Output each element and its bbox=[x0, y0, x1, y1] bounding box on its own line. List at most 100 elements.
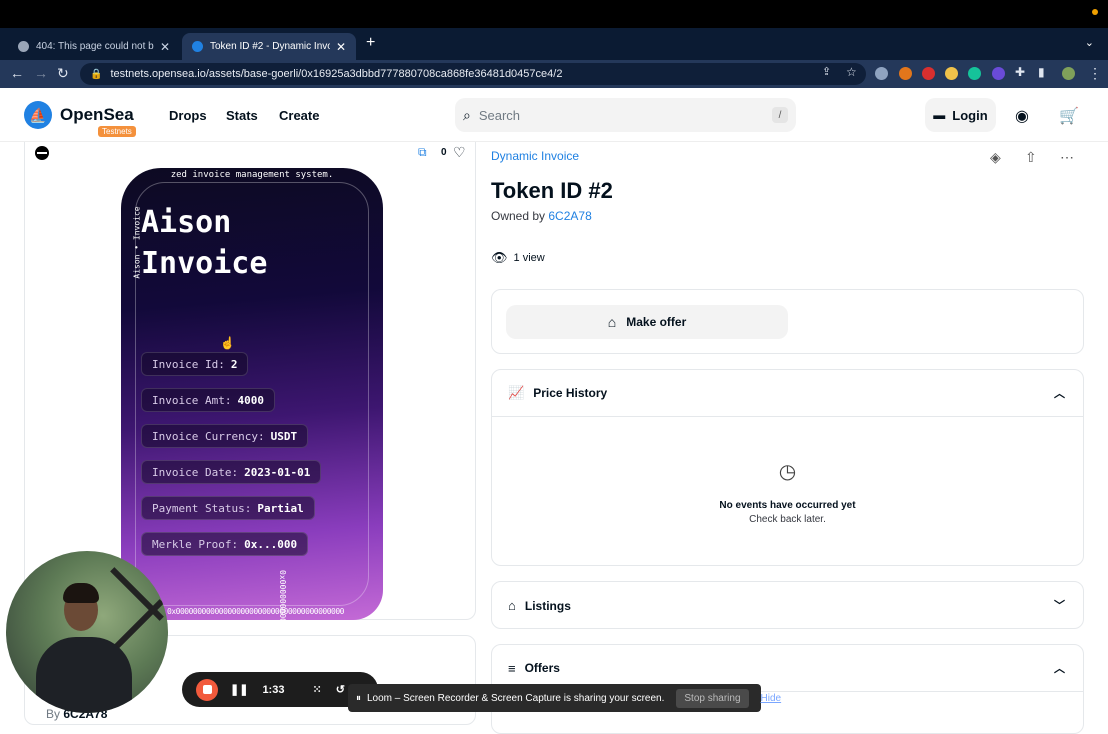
brand-name[interactable]: OpenSea bbox=[60, 105, 134, 125]
collection-link[interactable]: Dynamic Invoice bbox=[491, 149, 579, 163]
stop-record-button[interactable] bbox=[196, 678, 218, 701]
chain-icon bbox=[35, 146, 49, 160]
restart-icon[interactable]: ↺ bbox=[336, 683, 345, 696]
nft-title-line1: Aison bbox=[141, 205, 232, 240]
grid-icon[interactable]: ⁙ bbox=[312, 683, 321, 696]
price-history-panel: 📈 Price History ︿ ◷ No events have occur… bbox=[491, 369, 1084, 566]
recording-time: 1:33 bbox=[262, 683, 285, 696]
login-button[interactable]: ▬ Login bbox=[925, 98, 996, 132]
close-icon[interactable]: ✕ bbox=[336, 40, 346, 54]
opensea-favicon-icon bbox=[192, 41, 203, 52]
nft-title: Aison Invoice bbox=[141, 202, 267, 284]
status-dot bbox=[1092, 9, 1098, 15]
opensea-header: ⛵ OpenSea Testnets Drops Stats Create ⌕ … bbox=[0, 88, 1108, 142]
nft-field-status: Payment Status: Partial bbox=[141, 496, 315, 520]
tag-icon: ⌂ bbox=[607, 314, 617, 330]
globe-icon bbox=[18, 41, 29, 52]
address-bar-row: ← → ↻ 🔒 testnets.opensea.io/assets/base-… bbox=[0, 60, 1108, 88]
metamask-icon[interactable] bbox=[899, 67, 912, 80]
list-icon: ≡ bbox=[508, 660, 516, 676]
make-offer-button[interactable]: ⌂ Make offer bbox=[506, 305, 788, 339]
chevron-down-icon[interactable]: ﹀ bbox=[1054, 597, 1065, 613]
tag-icon: ⌂ bbox=[508, 598, 516, 613]
nft-image[interactable]: zed invoice management system. Aison • I… bbox=[121, 168, 383, 620]
sidepanel-icon[interactable]: ▮ bbox=[1038, 65, 1045, 79]
owner-link[interactable]: 6C2A78 bbox=[548, 209, 591, 223]
drag-handle-icon[interactable]: ⏸ bbox=[356, 693, 361, 704]
extension-red-icon[interactable] bbox=[922, 67, 935, 80]
search-placeholder: Search bbox=[478, 107, 521, 123]
mouse-cursor-icon: ☝ bbox=[220, 336, 235, 350]
profile-avatar-icon[interactable] bbox=[1062, 67, 1075, 80]
screen-share-bar: ⏸ Loom – Screen Recorder & Screen Captur… bbox=[348, 684, 781, 712]
search-icon: ⌕ bbox=[463, 106, 471, 123]
share-icon[interactable]: ⇧ bbox=[1025, 149, 1037, 166]
search-input[interactable]: ⌕ Search / bbox=[455, 98, 796, 132]
testnets-badge: Testnets bbox=[98, 126, 136, 137]
pause-icon[interactable]: ❚❚ bbox=[230, 683, 248, 696]
nft-field-date: Invoice Date: 2023-01-01 bbox=[141, 460, 322, 484]
nft-bottom-text: 0x00000000000000000000000000000000000000… bbox=[167, 607, 344, 616]
close-icon[interactable]: ✕ bbox=[160, 40, 170, 54]
tab-title: Token ID #2 - Dynamic Invoice bbox=[210, 41, 330, 52]
account-icon[interactable]: ◉ bbox=[1015, 106, 1029, 126]
cart-icon[interactable]: 🛒 bbox=[1059, 106, 1079, 126]
lock-icon: 🔒 bbox=[90, 68, 103, 80]
listings-header[interactable]: ⌂ Listings ﹀ bbox=[492, 582, 1083, 629]
verify-tag-icon[interactable]: ◈ bbox=[990, 149, 1001, 166]
share-icon[interactable]: ⇪ bbox=[822, 65, 831, 78]
nft-field-merkle: Merkle Proof: 0x...000 bbox=[141, 532, 309, 556]
nft-top-text: zed invoice management system. bbox=[170, 170, 334, 180]
hide-link[interactable]: Hide bbox=[761, 693, 782, 704]
asset-media-card: ⧉ 0 ♡ zed invoice management system. Ais… bbox=[24, 142, 476, 620]
empty-state: ◷ No events have occurred yet Check back… bbox=[492, 417, 1083, 525]
wallet-icon: ▬ bbox=[933, 108, 946, 122]
forward-icon[interactable]: → bbox=[34, 65, 48, 81]
nav-drops[interactable]: Drops bbox=[169, 108, 207, 123]
heart-icon[interactable]: ♡ bbox=[453, 144, 466, 161]
eye-icon: 👁 bbox=[491, 250, 508, 265]
stop-sharing-button[interactable]: Stop sharing bbox=[676, 688, 749, 708]
opensea-logo-icon[interactable]: ⛵ bbox=[24, 101, 52, 129]
system-top-bar bbox=[0, 0, 1108, 28]
tab-token[interactable]: Token ID #2 - Dynamic Invoice ✕ bbox=[182, 33, 356, 60]
new-tab-icon[interactable]: + bbox=[366, 34, 375, 52]
nft-field-amount: Invoice Amt: 4000 bbox=[141, 388, 275, 412]
chevron-up-icon[interactable]: ︿ bbox=[1054, 385, 1065, 401]
owned-by: Owned by 6C2A78 bbox=[491, 209, 592, 223]
grammarly-icon[interactable] bbox=[968, 67, 981, 80]
reload-icon[interactable]: ↻ bbox=[57, 65, 69, 82]
offer-box: ⌂ Make offer bbox=[491, 289, 1084, 354]
back-icon[interactable]: ← bbox=[10, 65, 24, 81]
chevron-up-icon[interactable]: ︿ bbox=[1054, 660, 1065, 676]
make-offer-label: Make offer bbox=[626, 315, 687, 329]
chevron-down-icon[interactable]: ⌄ bbox=[1085, 36, 1094, 49]
trend-icon: 📈 bbox=[508, 385, 525, 400]
extension-yellow-icon[interactable] bbox=[945, 67, 958, 80]
favorite-count: 0 bbox=[441, 147, 447, 158]
webcam-bubble[interactable] bbox=[6, 551, 168, 713]
nft-field-currency: Invoice Currency: USDT bbox=[141, 424, 309, 448]
external-link-icon[interactable]: ⧉ bbox=[418, 145, 427, 160]
nft-title-line2: Invoice bbox=[141, 246, 268, 281]
price-history-header[interactable]: 📈 Price History ︿ bbox=[492, 370, 1083, 417]
empty-subtitle: Check back later. bbox=[749, 514, 826, 525]
extension-purple-icon[interactable] bbox=[992, 67, 1005, 80]
nav-stats[interactable]: Stats bbox=[226, 108, 258, 123]
nav-create[interactable]: Create bbox=[279, 108, 319, 123]
more-icon[interactable]: ⋯ bbox=[1060, 149, 1074, 166]
empty-title: No events have occurred yet bbox=[719, 500, 856, 511]
kebab-menu-icon[interactable]: ⋮ bbox=[1088, 65, 1102, 82]
clock-icon: ◷ bbox=[778, 461, 797, 483]
share-message: Loom – Screen Recorder & Screen Capture … bbox=[367, 692, 665, 704]
tab-title: 404: This page could not be fo bbox=[36, 41, 154, 52]
url-text: testnets.opensea.io/assets/base-goerli/0… bbox=[110, 68, 563, 80]
puzzle-icon[interactable]: ✚ bbox=[1015, 65, 1025, 79]
tab-strip: 404: This page could not be fo ✕ Token I… bbox=[0, 28, 1108, 60]
extension-cloud-icon[interactable] bbox=[875, 67, 888, 80]
url-field[interactable]: 🔒 testnets.opensea.io/assets/base-goerli… bbox=[80, 63, 866, 85]
star-icon[interactable]: ☆ bbox=[846, 65, 857, 79]
listings-panel: ⌂ Listings ﹀ bbox=[491, 581, 1084, 629]
token-title: Token ID #2 bbox=[491, 178, 613, 203]
tab-404[interactable]: 404: This page could not be fo ✕ bbox=[8, 33, 180, 60]
